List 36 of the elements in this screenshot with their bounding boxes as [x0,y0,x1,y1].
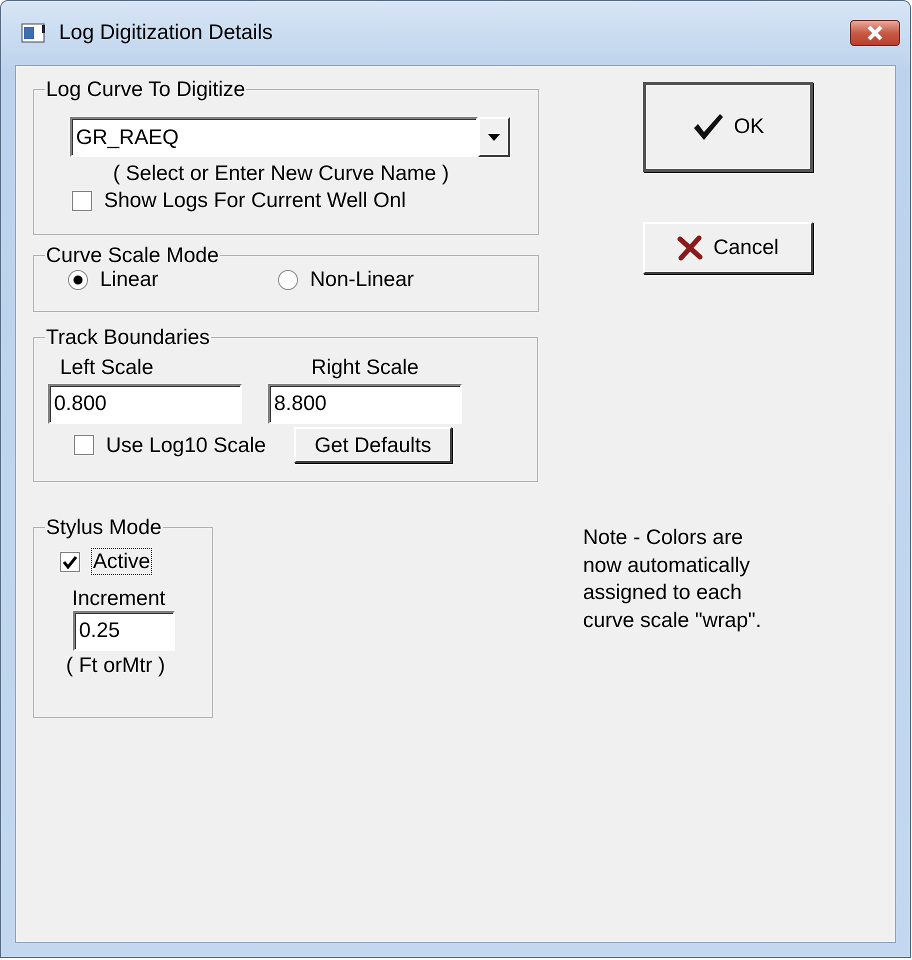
radio-label[interactable]: Non-Linear [310,267,414,292]
field-label: Left Scale [60,356,154,380]
window-title: Log Digitization Details [59,20,273,46]
checkmark-icon [63,554,77,569]
field-label: Increment [72,587,166,610]
group-title: Curve Scale Mode [45,244,220,268]
increment-field[interactable]: 0.25 [73,611,175,652]
get-defaults-button[interactable]: Get Defaults [294,427,452,464]
cancel-button[interactable]: Cancel [643,222,813,274]
checkbox-label[interactable]: Use Log10 Scale [106,432,266,458]
caret-icon [488,134,500,141]
app-icon [21,22,47,44]
checkbox[interactable] [72,190,92,211]
dropdown-button[interactable] [478,117,510,158]
unit-text: ( Ft orMtr ) [66,654,166,678]
left-scale-field[interactable]: 0.800 [48,384,242,424]
checkbox-label[interactable]: Show Logs For Current Well Onl [104,188,406,214]
right-scale-field[interactable]: 8.800 [268,384,462,424]
group-title: Log Curve To Digitize [45,78,246,102]
close-button[interactable] [850,20,900,46]
note-text: Note - Colors are now automatically assigned to each curve scale "wrap". [583,526,762,632]
radio-button[interactable] [68,270,88,290]
radio-label[interactable]: Linear [100,267,158,292]
hint-text: ( Select or Enter New Curve Name ) [112,162,450,186]
ok-button[interactable]: OK [643,82,813,172]
checkmark-icon [692,113,724,141]
field-label: Right Scale [311,356,419,380]
close-icon [865,25,885,41]
curve-name-field[interactable]: GR_RAEQ [70,117,478,158]
checkbox[interactable] [74,435,94,456]
checkbox[interactable] [60,552,80,572]
x-icon [677,235,704,261]
group-title: Stylus Mode [45,516,163,540]
radio-button[interactable] [278,270,298,290]
group-title: Track Boundaries [45,326,211,350]
checkbox-label[interactable]: Active [92,549,152,574]
